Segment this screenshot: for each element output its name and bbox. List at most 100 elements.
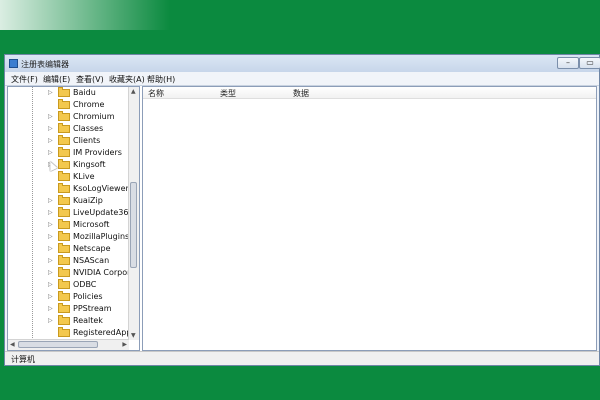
- folder-icon: [58, 243, 70, 253]
- tree-node[interactable]: ▷ Chromium: [8, 111, 130, 123]
- folder-icon: [58, 207, 70, 217]
- expand-triangle-icon[interactable]: ▷: [48, 197, 53, 204]
- folder-icon: [58, 99, 70, 109]
- scroll-down-icon[interactable]: ▼: [131, 332, 136, 339]
- tree-node-label: ODBC: [73, 280, 97, 289]
- tree-node[interactable]: ▷ Clients: [8, 135, 130, 147]
- tree-node-label: LiveUpdate360: [73, 208, 134, 217]
- expand-triangle-icon[interactable]: ▷: [48, 257, 53, 264]
- folder-icon: [58, 147, 70, 157]
- tree-node[interactable]: ▷ LiveUpdate360: [8, 207, 134, 219]
- folder-icon: [58, 315, 70, 325]
- menu-edit[interactable]: 编辑(E): [43, 74, 70, 85]
- expand-triangle-icon[interactable]: ▷: [48, 137, 53, 144]
- minimize-button[interactable]: –: [557, 57, 579, 69]
- maximize-button[interactable]: ▭: [579, 57, 600, 69]
- tree-node[interactable]: KLive: [8, 171, 130, 183]
- tree-vscroll-thumb[interactable]: [130, 182, 137, 268]
- tree-node[interactable]: ▷ NSAScan: [8, 255, 130, 267]
- tree-node-label: RegisteredAppli: [73, 328, 136, 337]
- folder-icon: [58, 255, 70, 265]
- expand-triangle-icon[interactable]: ▷: [48, 125, 53, 132]
- folder-icon: [58, 279, 70, 289]
- menu-view[interactable]: 查看(V): [76, 74, 104, 85]
- expand-triangle-icon[interactable]: ▷: [48, 269, 53, 276]
- regedit-icon: [9, 59, 18, 68]
- folder-icon: [58, 159, 70, 169]
- tree-node-label: Realtek: [73, 316, 103, 325]
- tree-node[interactable]: ▷ IM Providers: [8, 147, 130, 159]
- column-data[interactable]: 数据: [293, 88, 309, 99]
- tree-node[interactable]: Chrome: [8, 99, 130, 111]
- tree-hscroll-thumb[interactable]: [18, 341, 98, 348]
- title-bar[interactable]: 注册表编辑器 – ▭ x: [5, 55, 600, 73]
- folder-icon: [58, 123, 70, 133]
- regedit-window: 注册表编辑器 – ▭ x 文件(F) 编辑(E) 查看(V) 收藏夹(A) 帮助…: [4, 54, 600, 366]
- tree-node-label: Classes: [73, 124, 104, 133]
- tree-node[interactable]: ▷ Netscape: [8, 243, 130, 255]
- folder-icon: [58, 111, 70, 121]
- expand-triangle-icon[interactable]: ▷: [48, 317, 53, 324]
- scroll-up-icon[interactable]: ▲: [131, 88, 136, 95]
- scroll-right-icon[interactable]: ▶: [122, 341, 127, 348]
- value-list[interactable]: 名称 类型 数据: [142, 86, 597, 351]
- tree-node-label: KuaiZip: [73, 196, 103, 205]
- folder-icon: [58, 327, 70, 337]
- folder-icon: [58, 171, 70, 181]
- tree-horizontal-scrollbar[interactable]: ◀ ▶: [8, 339, 129, 350]
- tree-node-label: KsoLogViewer: [73, 184, 129, 193]
- tree-node[interactable]: ▷ MozillaPlugins: [8, 231, 130, 243]
- window-title: 注册表编辑器: [21, 60, 69, 69]
- status-path: 计算机: [11, 355, 35, 364]
- registry-tree[interactable]: ▷ Baidu Chrome ▷ Chromium ▷ Classes ▷ Clients ▷ IM…: [7, 86, 140, 351]
- folder-icon: [58, 231, 70, 241]
- expand-triangle-icon[interactable]: ▷: [48, 281, 53, 288]
- tree-node[interactable]: ▷ Microsoft: [8, 219, 130, 231]
- expand-triangle-icon[interactable]: ▷: [48, 221, 53, 228]
- menu-favorites[interactable]: 收藏夹(A): [109, 74, 145, 85]
- folder-icon: [58, 267, 70, 277]
- folder-icon: [58, 135, 70, 145]
- folder-icon: [58, 303, 70, 313]
- tree-node-label: Chrome: [73, 100, 105, 109]
- expand-triangle-icon[interactable]: ▷: [48, 209, 53, 216]
- menu-help[interactable]: 帮助(H): [147, 74, 175, 85]
- tree-node-label: MozillaPlugins: [73, 232, 130, 241]
- expand-triangle-icon[interactable]: ▷: [48, 113, 53, 120]
- expand-triangle-icon[interactable]: ▷: [48, 245, 53, 252]
- tree-node[interactable]: KsoLogViewer: [8, 183, 130, 195]
- tree-node-label: KLive: [73, 172, 95, 181]
- expand-triangle-icon[interactable]: ▷: [48, 89, 53, 96]
- tree-node-label: IM Providers: [73, 148, 122, 157]
- tree-node[interactable]: ▷ PPStream: [8, 303, 130, 315]
- menu-file[interactable]: 文件(F): [11, 74, 38, 85]
- tree-node[interactable]: ▷ Baidu: [8, 87, 130, 99]
- folder-icon: [58, 219, 70, 229]
- tree-node[interactable]: ▷ Classes: [8, 123, 130, 135]
- tree-node-label: Clients: [73, 136, 101, 145]
- tree-node[interactable]: ▷ Realtek: [8, 315, 130, 327]
- tree-node-label: NSAScan: [73, 256, 110, 265]
- tree-node[interactable]: ▷ Policies: [8, 291, 130, 303]
- tree-vertical-scrollbar[interactable]: ▲ ▼: [128, 87, 139, 340]
- screen-glare: [0, 0, 170, 30]
- tree-node-label: NVIDIA Corpora: [73, 268, 136, 277]
- tree-node[interactable]: ▷ ODBC: [8, 279, 130, 291]
- tree-node[interactable]: ▷ KuaiZip: [8, 195, 130, 207]
- tree-node[interactable]: ▷ Kingsoft: [8, 159, 130, 171]
- expand-triangle-icon[interactable]: ▷: [48, 233, 53, 240]
- scroll-left-icon[interactable]: ◀: [10, 341, 15, 348]
- tree-node-label: Policies: [73, 292, 103, 301]
- client-area: ▷ Baidu Chrome ▷ Chromium ▷ Classes ▷ Clients ▷ IM…: [7, 86, 597, 351]
- tree-node-label: Chromium: [73, 112, 115, 121]
- expand-triangle-icon[interactable]: ▷: [48, 305, 53, 312]
- tree-node-label: Microsoft: [73, 220, 110, 229]
- tree-node[interactable]: ▷ NVIDIA Corpora: [8, 267, 135, 279]
- column-type[interactable]: 类型: [220, 88, 236, 99]
- tree-node[interactable]: RegisteredAppli: [8, 327, 136, 339]
- list-header: 名称 类型 数据: [143, 87, 596, 99]
- expand-triangle-icon[interactable]: ▷: [48, 149, 53, 156]
- column-name[interactable]: 名称: [148, 88, 164, 99]
- status-bar: 计算机: [5, 351, 599, 365]
- expand-triangle-icon[interactable]: ▷: [48, 293, 53, 300]
